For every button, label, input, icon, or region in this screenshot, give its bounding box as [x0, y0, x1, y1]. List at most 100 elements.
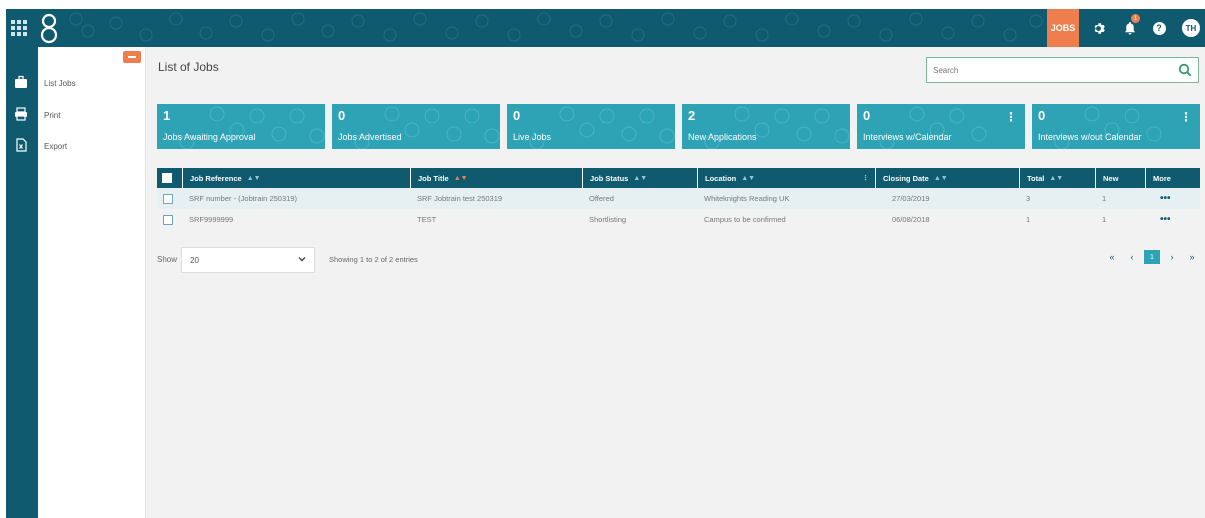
menu-item-list-jobs[interactable]: List Jobs: [44, 79, 76, 88]
card-pattern: [704, 106, 850, 149]
stat-value: 0: [863, 108, 871, 123]
printer-icon[interactable]: [14, 107, 28, 121]
gear-icon[interactable]: [1090, 20, 1106, 36]
sort-icon: ▲▼: [933, 174, 948, 182]
cell-job-reference: SRF number - (Jobtrain 250319): [189, 194, 297, 203]
sort-icon: ▲▼: [741, 174, 756, 182]
collapse-menu-button[interactable]: [123, 51, 141, 63]
stat-label: Jobs Awaiting Approval: [163, 132, 256, 142]
stat-card-interviews-with-calendar[interactable]: 0 Interviews w/Calendar ⋮: [857, 104, 1025, 149]
notification-badge: 1: [1131, 14, 1140, 23]
jobs-button[interactable]: JOBS: [1047, 9, 1079, 47]
header-pattern: [69, 12, 1043, 42]
stat-label: Jobs Advertised: [338, 132, 402, 142]
column-menu-icon[interactable]: ⋮: [862, 174, 869, 182]
stat-card-interviews-without-calendar[interactable]: 0 Interviews w/out Calendar ⋮: [1032, 104, 1200, 149]
stat-value: 1: [163, 108, 171, 123]
search-input[interactable]: [927, 58, 1167, 82]
help-icon[interactable]: ?: [1151, 20, 1167, 36]
next-page-button[interactable]: ›: [1164, 250, 1180, 264]
main-content: List of Jobs 1 Jobs Awaiting Approval 0 …: [146, 47, 1205, 518]
page-title: List of Jobs: [158, 60, 219, 74]
cell-new: 1: [1102, 194, 1107, 203]
select-all-checkbox[interactable]: [162, 173, 172, 183]
col-job-title[interactable]: Job Title ▲▼: [410, 168, 582, 188]
cell-location: Campus to be confirmed: [704, 215, 786, 224]
menu-item-export[interactable]: Export: [44, 142, 67, 151]
stat-card-live-jobs[interactable]: 0 Live Jobs: [507, 104, 675, 149]
table-footer: Show 20 Showing 1 to 2 of 2 entries « ‹ …: [157, 245, 1200, 275]
prev-page-button[interactable]: ‹: [1124, 250, 1140, 264]
stat-label: Interviews w/out Calendar: [1038, 132, 1142, 142]
cell-job-title[interactable]: SRF Jobtrain test 250319: [410, 188, 502, 209]
cell-total: 1: [1026, 215, 1031, 224]
stat-label: Live Jobs: [513, 132, 552, 142]
cell-new: 1: [1102, 215, 1107, 224]
stat-card-jobs-advertised[interactable]: 0 Jobs Advertised: [332, 104, 500, 149]
col-closing-date[interactable]: Closing Date ▲▼: [875, 168, 1019, 188]
pagination: « ‹ 1 › »: [1100, 249, 1200, 265]
card-pattern: [179, 106, 325, 149]
app-window: JOBS 1 ? TH List Jobs Print Export List: [6, 9, 1205, 518]
cell-job-status: Shortlisting: [589, 215, 627, 224]
jobs-table: Job Reference ▲▼ Job Title ▲▼ Job Status ▲▼…: [157, 168, 1200, 230]
card-menu-icon[interactable]: ⋮: [1005, 110, 1017, 124]
stat-label: Interviews w/Calendar: [863, 132, 952, 142]
menu-item-print[interactable]: Print: [44, 111, 60, 120]
col-job-reference[interactable]: Job Reference ▲▼: [182, 168, 410, 188]
sort-icon: ▲▼: [453, 174, 468, 182]
row-checkbox[interactable]: [163, 194, 173, 204]
col-total[interactable]: Total ▲▼: [1019, 168, 1095, 188]
stat-label: New Applications: [688, 132, 757, 142]
stat-value: 0: [513, 108, 521, 123]
table-header: Job Reference ▲▼ Job Title ▲▼ Job Status ▲▼…: [157, 168, 1200, 188]
stat-card-new-applications[interactable]: 2 New Applications: [682, 104, 850, 149]
entries-info: Showing 1 to 2 of 2 entries: [329, 255, 418, 264]
row-checkbox[interactable]: [163, 215, 173, 225]
icon-rail: [6, 47, 38, 518]
top-bar: JOBS 1 ? TH: [6, 9, 1205, 47]
stat-card-awaiting-approval[interactable]: 1 Jobs Awaiting Approval: [157, 104, 325, 149]
col-new[interactable]: New: [1095, 168, 1145, 188]
table-row[interactable]: SRF number - (Jobtrain 250319) SRF Jobtr…: [157, 188, 1200, 209]
cell-closing-date: 06/08/2018: [892, 215, 930, 224]
card-pattern: [1054, 106, 1162, 149]
page-size-value: 20: [190, 255, 199, 265]
stat-value: 2: [688, 108, 696, 123]
cell-closing-date: 27/03/2019: [892, 194, 930, 203]
last-page-button[interactable]: »: [1184, 250, 1200, 264]
stat-cards: 1 Jobs Awaiting Approval 0 Jobs Advertis…: [157, 104, 1200, 149]
col-job-status[interactable]: Job Status ▲▼: [582, 168, 697, 188]
chevron-down-icon: [298, 257, 306, 262]
page-1-button[interactable]: 1: [1144, 250, 1160, 264]
sort-icon: ▲▼: [246, 174, 261, 182]
row-actions-icon[interactable]: •••: [1153, 209, 1171, 230]
card-menu-icon[interactable]: ⋮: [1180, 110, 1192, 124]
cell-location: Whiteknights Reading UK: [704, 194, 790, 203]
avatar[interactable]: TH: [1182, 19, 1200, 37]
cell-job-status: Offered: [589, 194, 614, 203]
logo[interactable]: [38, 12, 60, 44]
card-pattern: [354, 106, 500, 149]
search-icon[interactable]: [1178, 63, 1192, 77]
show-label: Show: [157, 255, 178, 264]
first-page-button[interactable]: «: [1104, 250, 1120, 264]
stat-value: 0: [1038, 108, 1046, 123]
page-size-select[interactable]: 20: [181, 247, 315, 273]
stat-value: 0: [338, 108, 346, 123]
cell-total: 3: [1026, 194, 1031, 203]
card-pattern: [529, 106, 675, 149]
cell-job-title[interactable]: TEST: [410, 209, 436, 230]
col-more: More: [1145, 168, 1200, 188]
col-location[interactable]: Location ▲▼ ⋮: [697, 168, 875, 188]
sort-icon: ▲▼: [1049, 174, 1064, 182]
table-row[interactable]: SRF9999999 TEST Shortlisting Campus to b…: [157, 209, 1200, 230]
apps-grid-icon[interactable]: [11, 20, 27, 36]
row-actions-icon[interactable]: •••: [1153, 188, 1171, 209]
cell-job-reference: SRF9999999: [189, 215, 234, 224]
card-pattern: [879, 106, 987, 149]
briefcase-icon[interactable]: [14, 75, 28, 89]
search-box: [926, 57, 1199, 83]
sort-icon: ▲▼: [633, 174, 648, 182]
excel-file-icon[interactable]: [14, 138, 28, 152]
